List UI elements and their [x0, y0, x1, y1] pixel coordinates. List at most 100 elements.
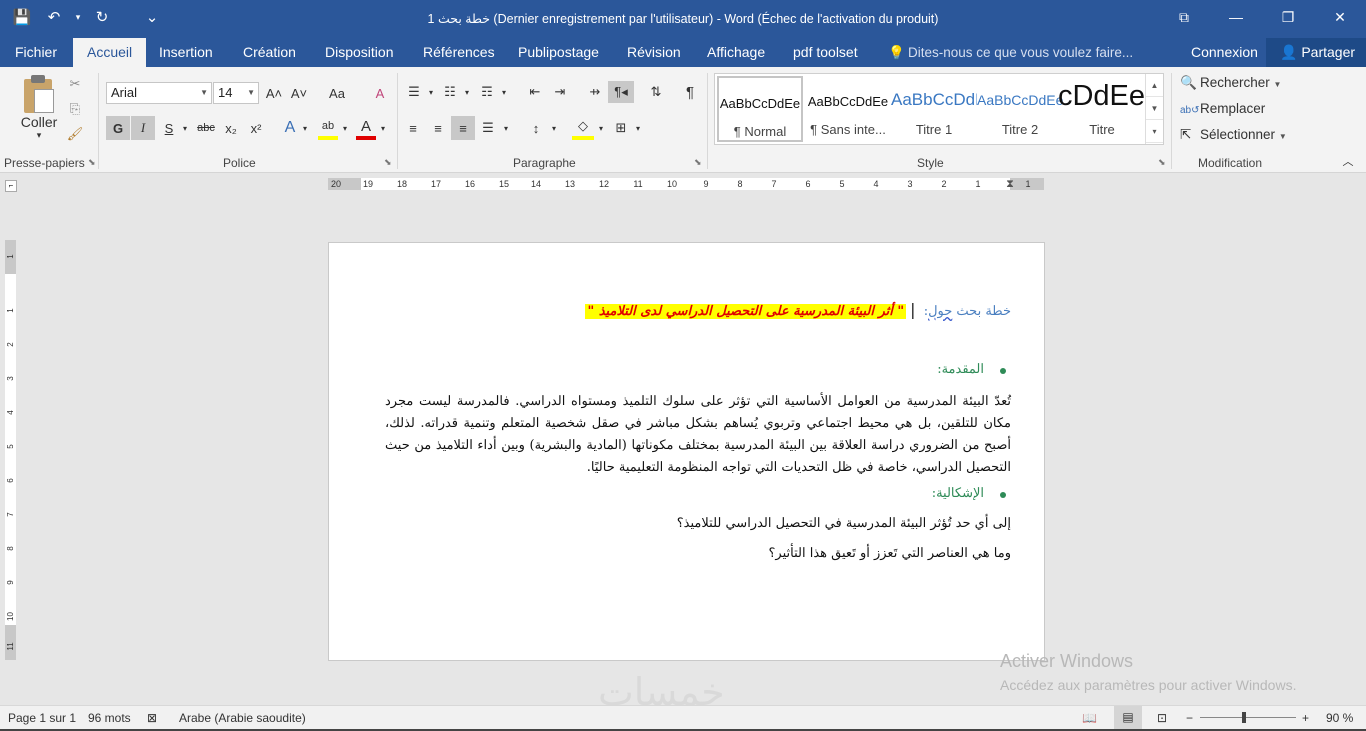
gallery-scroll[interactable]: ▲ ▼ ▾ — [1145, 74, 1163, 144]
ruler-tick: 10 — [666, 179, 678, 189]
sort-icon[interactable]: ⇅ — [645, 81, 667, 103]
styles-launcher-icon[interactable]: ⬊ — [1158, 157, 1166, 168]
style-normal[interactable]: AaBbCcDdEe ¶ Normal — [717, 76, 803, 142]
print-layout-icon[interactable]: ▤ — [1114, 706, 1142, 729]
subscript-button[interactable]: x₂ — [220, 116, 242, 140]
clipboard-launcher-icon[interactable]: ⬊ — [88, 157, 96, 168]
shrink-font-button[interactable]: A˅ — [289, 82, 309, 104]
text-effects-dropdown-icon[interactable]: ▾ — [300, 116, 310, 140]
justify-icon[interactable]: ☰ — [477, 116, 499, 140]
proofing-icon[interactable]: ⊠ — [147, 711, 157, 725]
show-formatting-button[interactable]: ¶ — [679, 81, 701, 103]
highlight-dropdown-icon[interactable]: ▾ — [340, 116, 350, 140]
align-left-icon[interactable]: ≡ — [402, 116, 424, 140]
select-button[interactable]: ⇱ Sélectionner ▼ — [1180, 127, 1287, 143]
web-layout-icon[interactable]: ⊡ — [1157, 711, 1167, 725]
collapse-ribbon-icon[interactable]: ︿ — [1340, 153, 1356, 169]
underline-dropdown-icon[interactable]: ▾ — [180, 116, 190, 140]
multilevel-list-icon[interactable]: ☶ — [477, 81, 497, 103]
zoom-out-button[interactable]: − — [1186, 711, 1193, 725]
format-painter-icon[interactable]: 🖌 — [66, 125, 84, 143]
bullets-dropdown-icon[interactable]: ▾ — [426, 81, 436, 103]
gallery-more-icon[interactable]: ▾ — [1146, 120, 1163, 143]
tab-fichier[interactable]: Fichier — [15, 38, 57, 67]
ribbon-display-options-icon[interactable]: ⧉ — [1158, 0, 1210, 34]
read-mode-icon[interactable]: 📖 — [1082, 711, 1097, 725]
font-size-combo[interactable]: 14 ▼ — [213, 82, 259, 104]
zoom-slider-thumb[interactable] — [1242, 712, 1246, 723]
title-separator: : — [919, 304, 929, 319]
tab-pdf-toolset[interactable]: pdf toolset — [793, 38, 858, 67]
line-spacing-icon[interactable]: ↕ — [525, 116, 547, 140]
paste-icon[interactable] — [20, 75, 58, 115]
language-indicator[interactable]: Arabe (Arabie saoudite) — [179, 711, 306, 725]
signin-link[interactable]: Connexion — [1191, 38, 1258, 67]
ltr-direction-icon[interactable]: ⇸ — [585, 81, 605, 103]
gallery-up-icon[interactable]: ▲ — [1146, 74, 1163, 97]
bold-button[interactable]: G — [106, 116, 130, 140]
font-color-dropdown-icon[interactable]: ▾ — [378, 116, 388, 140]
font-name-combo[interactable]: Arial ▼ — [106, 82, 212, 104]
document-page[interactable]: خطة بحث حول: |" أثر البيئة المدرسية على … — [328, 242, 1045, 661]
indent-marker-icon[interactable]: ⧗ — [1006, 178, 1014, 190]
borders-icon[interactable]: ⊞ — [610, 116, 632, 140]
style-no-spacing[interactable]: AaBbCcDdEe ¶ Sans inte... — [805, 76, 891, 142]
font-color-button[interactable]: A — [356, 116, 376, 140]
page-count[interactable]: Page 1 sur 1 — [8, 711, 76, 725]
tab-creation[interactable]: Création — [243, 38, 296, 67]
zoom-level[interactable]: 90 % — [1326, 711, 1353, 725]
tab-selector-icon[interactable]: ⌐ — [5, 180, 17, 192]
line-spacing-dropdown-icon[interactable]: ▾ — [549, 116, 559, 140]
tab-disposition[interactable]: Disposition — [325, 38, 393, 67]
multilevel-dropdown-icon[interactable]: ▾ — [499, 81, 509, 103]
underline-button[interactable]: S — [160, 116, 178, 140]
zoom-in-button[interactable]: + — [1302, 711, 1309, 725]
rtl-direction-icon[interactable]: ¶◂ — [608, 81, 634, 103]
grow-font-button[interactable]: A˄ — [264, 82, 284, 104]
style-heading-1[interactable]: AaBbCcDdEe Titre 1 — [891, 76, 977, 142]
tab-insertion[interactable]: Insertion — [159, 38, 213, 67]
zoom-slider[interactable] — [1200, 717, 1296, 718]
minimize-button[interactable]: — — [1210, 0, 1262, 34]
numbering-icon[interactable]: ☷ — [440, 81, 460, 103]
shading-icon[interactable]: ◇ — [572, 116, 594, 140]
find-button[interactable]: 🔍 Rechercher ▼ — [1180, 75, 1281, 91]
style-title[interactable]: AaBbCcDdEe Titre — [1059, 76, 1145, 142]
highlight-button[interactable]: ab — [318, 116, 338, 140]
change-case-button[interactable]: Aa — [322, 82, 352, 104]
horizontal-ruler[interactable]: 20 19 18 17 16 15 14 13 12 11 10 9 8 7 6… — [328, 178, 1044, 190]
justify-dropdown-icon[interactable]: ▾ — [501, 116, 511, 140]
tab-revision[interactable]: Révision — [627, 38, 681, 67]
paste-dropdown-icon[interactable]: ▾ — [30, 129, 48, 141]
shading-dropdown-icon[interactable]: ▾ — [596, 116, 606, 140]
replace-button[interactable]: ab↺Remplacer — [1180, 101, 1265, 116]
cut-icon[interactable]: ✂ — [66, 75, 84, 93]
strikethrough-button[interactable]: abc — [194, 116, 218, 140]
borders-dropdown-icon[interactable]: ▾ — [633, 116, 643, 140]
superscript-button[interactable]: x² — [245, 116, 267, 140]
tab-accueil[interactable]: Accueil — [73, 38, 147, 67]
bullets-icon[interactable]: ☰ — [404, 81, 424, 103]
word-count[interactable]: 96 mots — [88, 711, 131, 725]
style-heading-2[interactable]: AaBbCcDdEe Titre 2 — [977, 76, 1063, 142]
numbering-dropdown-icon[interactable]: ▾ — [462, 81, 472, 103]
tab-references[interactable]: Références — [423, 38, 495, 67]
tell-me-search[interactable]: 💡 Dites-nous ce que vous voulez faire... — [888, 38, 1133, 67]
close-button[interactable]: ✕ — [1314, 0, 1366, 34]
font-launcher-icon[interactable]: ⬊ — [384, 157, 392, 168]
clear-formatting-icon[interactable]: A — [370, 82, 390, 104]
paragraph-launcher-icon[interactable]: ⬊ — [694, 157, 702, 168]
share-button[interactable]: 👤 Partager — [1266, 38, 1366, 67]
align-right-icon[interactable]: ≡ — [451, 116, 475, 140]
maximize-button[interactable]: ❐ — [1262, 0, 1314, 34]
decrease-indent-icon[interactable]: ⇤ — [525, 81, 545, 103]
italic-button[interactable]: I — [131, 116, 155, 140]
tab-affichage[interactable]: Affichage — [707, 38, 765, 67]
tab-publipostage[interactable]: Publipostage — [518, 38, 599, 67]
increase-indent-icon[interactable]: ⇥ — [550, 81, 570, 103]
gallery-down-icon[interactable]: ▼ — [1146, 97, 1163, 120]
copy-icon[interactable]: ⎘ — [66, 100, 84, 118]
vertical-ruler[interactable]: 1 1 2 3 4 5 6 7 8 9 10 11 — [5, 240, 16, 660]
align-center-icon[interactable]: ≡ — [427, 116, 449, 140]
text-effects-button[interactable]: A — [280, 116, 300, 140]
